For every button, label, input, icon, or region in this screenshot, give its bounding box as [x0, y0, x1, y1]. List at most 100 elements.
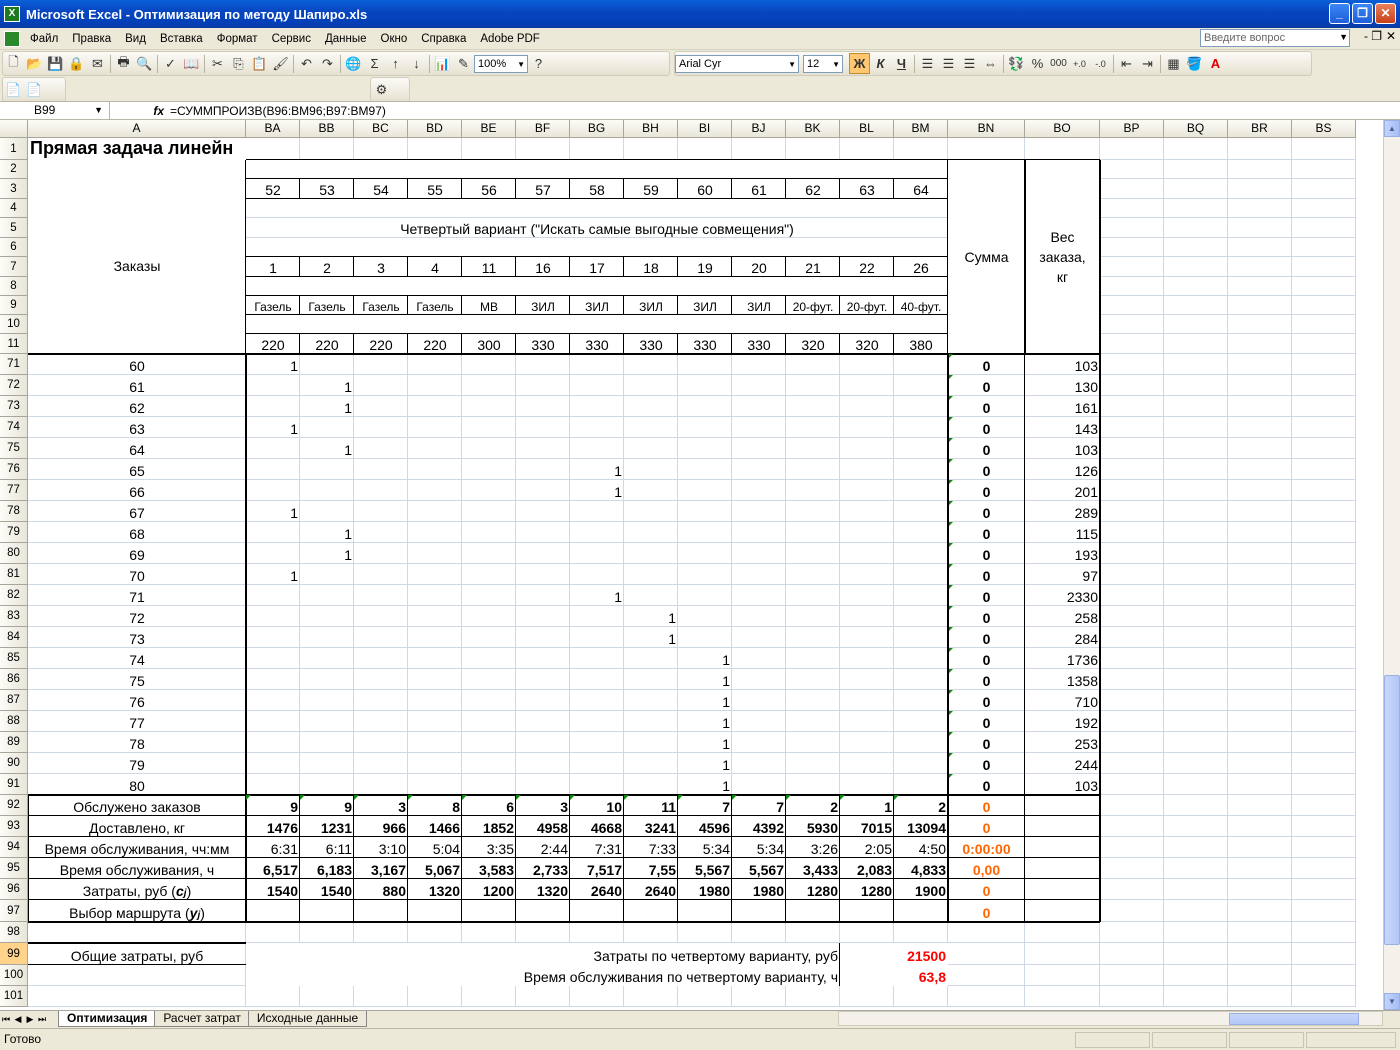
row-header-72[interactable]: 72 — [0, 375, 28, 396]
scroll-up-icon[interactable]: ▲ — [1384, 120, 1400, 137]
column-header-BR[interactable]: BR — [1228, 120, 1292, 138]
align-left-icon[interactable]: ☰ — [917, 53, 938, 74]
row-header-6[interactable]: 6 — [0, 238, 28, 257]
italic-icon[interactable]: К — [870, 53, 891, 74]
chart-wizard-icon[interactable]: 📊 — [432, 53, 453, 74]
row-header-91[interactable]: 91 — [0, 774, 28, 795]
comma-style-icon[interactable]: 000 — [1048, 53, 1069, 74]
column-header-BL[interactable]: BL — [840, 120, 894, 138]
save-icon[interactable]: 💾 — [45, 53, 66, 74]
row-header-100[interactable]: 100 — [0, 965, 28, 986]
permission-icon[interactable]: 🔒 — [66, 53, 87, 74]
menu-item-4[interactable]: Формат — [210, 33, 265, 45]
cut-icon[interactable]: ✂ — [207, 53, 228, 74]
doc-minimize-icon[interactable]: - — [1364, 29, 1368, 43]
redo-icon[interactable]: ↷ — [317, 53, 338, 74]
menu-item-0[interactable]: Файл — [23, 33, 65, 45]
next-sheet-icon[interactable]: ▶ — [24, 1014, 36, 1025]
email-icon[interactable]: ✉ — [87, 53, 108, 74]
row-header-1[interactable]: 1 — [0, 138, 28, 160]
row-header-90[interactable]: 90 — [0, 753, 28, 774]
minimize-button[interactable]: _ — [1329, 3, 1350, 24]
row-header-71[interactable]: 71 — [0, 354, 28, 375]
first-sheet-icon[interactable]: ⏮ — [0, 1014, 12, 1025]
scroll-down-icon[interactable]: ▼ — [1384, 993, 1400, 1010]
paste-icon[interactable]: 📋 — [249, 53, 270, 74]
pdf-convert-icon[interactable]: 📄 — [3, 79, 24, 100]
doc-restore-icon[interactable]: ❐ — [1371, 29, 1382, 43]
sort-ascending-icon[interactable]: ↑ — [385, 53, 406, 74]
column-header-BG[interactable]: BG — [570, 120, 624, 138]
merge-center-icon[interactable]: ⇔ — [980, 53, 1001, 74]
horizontal-scrollbar[interactable] — [838, 1011, 1383, 1026]
align-center-icon[interactable]: ☰ — [938, 53, 959, 74]
row-header-96[interactable]: 96 — [0, 879, 28, 900]
align-right-icon[interactable]: ☰ — [959, 53, 980, 74]
font-size-select[interactable]: 12 ▼ — [803, 54, 843, 73]
column-header-BE[interactable]: BE — [462, 120, 516, 138]
column-header-BA[interactable]: BA — [246, 120, 300, 138]
column-header-BO[interactable]: BO — [1025, 120, 1100, 138]
menu-item-8[interactable]: Справка — [414, 33, 473, 45]
format-painter-icon[interactable]: 🖌 — [270, 53, 291, 74]
row-header-89[interactable]: 89 — [0, 732, 28, 753]
increase-decimal-icon[interactable]: +.0 — [1069, 53, 1090, 74]
help-icon[interactable]: ? — [528, 53, 549, 74]
close-button[interactable]: ✕ — [1375, 3, 1396, 24]
column-header-BC[interactable]: BC — [354, 120, 408, 138]
zoom-select[interactable]: 100% ▼ — [474, 54, 528, 73]
row-header-4[interactable]: 4 — [0, 199, 28, 218]
horizontal-scroll-thumb[interactable] — [1229, 1013, 1359, 1025]
sheet-tab-1[interactable]: Расчет затрат — [154, 1011, 250, 1027]
toolbar-options-icon[interactable]: ⚙ — [371, 79, 392, 100]
row-header-87[interactable]: 87 — [0, 690, 28, 711]
row-header-84[interactable]: 84 — [0, 627, 28, 648]
row-header-75[interactable]: 75 — [0, 438, 28, 459]
autosum-icon[interactable]: Σ — [364, 53, 385, 74]
row-header-85[interactable]: 85 — [0, 648, 28, 669]
doc-close-icon[interactable]: ✕ — [1386, 29, 1396, 43]
formula-input[interactable]: =СУММПРОИЗВ(B96:BM96;B97:BM97) — [168, 104, 386, 118]
row-header-79[interactable]: 79 — [0, 522, 28, 543]
row-header-11[interactable]: 11 — [0, 334, 28, 354]
prev-sheet-icon[interactable]: ◀ — [12, 1014, 24, 1025]
insert-function-icon[interactable]: fx — [110, 104, 168, 118]
row-header-95[interactable]: 95 — [0, 858, 28, 879]
vertical-scrollbar[interactable]: ▲ ▼ — [1383, 120, 1400, 1010]
row-header-97[interactable]: 97 — [0, 900, 28, 922]
fill-color-icon[interactable]: 🪣 — [1184, 53, 1205, 74]
spelling-icon[interactable]: ✓ — [160, 53, 181, 74]
borders-icon[interactable]: ▦ — [1163, 53, 1184, 74]
row-header-80[interactable]: 80 — [0, 543, 28, 564]
ask-dropdown-icon[interactable]: ▼ — [1339, 32, 1348, 42]
copy-icon[interactable]: ⎘ — [228, 53, 249, 74]
row-header-101[interactable]: 101 — [0, 986, 28, 1007]
row-header-78[interactable]: 78 — [0, 501, 28, 522]
select-all-corner[interactable] — [0, 120, 28, 138]
column-header-BJ[interactable]: BJ — [732, 120, 786, 138]
row-header-94[interactable]: 94 — [0, 837, 28, 858]
name-box[interactable]: B99 ▼ — [0, 102, 110, 119]
menu-item-7[interactable]: Окно — [374, 33, 415, 45]
row-header-83[interactable]: 83 — [0, 606, 28, 627]
row-header-8[interactable]: 8 — [0, 277, 28, 296]
column-header-BQ[interactable]: BQ — [1164, 120, 1228, 138]
new-file-icon[interactable]: 🗋 — [3, 53, 24, 74]
column-header-BD[interactable]: BD — [408, 120, 462, 138]
pdf-email-icon[interactable]: 📄 — [24, 79, 45, 100]
column-header-BH[interactable]: BH — [624, 120, 678, 138]
sort-descending-icon[interactable]: ↓ — [406, 53, 427, 74]
vertical-scroll-thumb[interactable] — [1384, 675, 1400, 945]
menu-item-1[interactable]: Правка — [65, 33, 118, 45]
open-folder-icon[interactable]: 📂 — [24, 53, 45, 74]
bold-icon[interactable]: Ж — [849, 53, 870, 74]
percent-icon[interactable]: % — [1027, 53, 1048, 74]
currency-icon[interactable]: 💱 — [1006, 53, 1027, 74]
row-header-92[interactable]: 92 — [0, 795, 28, 816]
row-header-2[interactable]: 2 — [0, 160, 28, 179]
row-header-86[interactable]: 86 — [0, 669, 28, 690]
row-header-93[interactable]: 93 — [0, 816, 28, 837]
document-icon[interactable] — [4, 30, 20, 47]
print-icon[interactable]: 🖶 — [113, 53, 134, 74]
print-preview-icon[interactable]: 🔍 — [134, 53, 155, 74]
